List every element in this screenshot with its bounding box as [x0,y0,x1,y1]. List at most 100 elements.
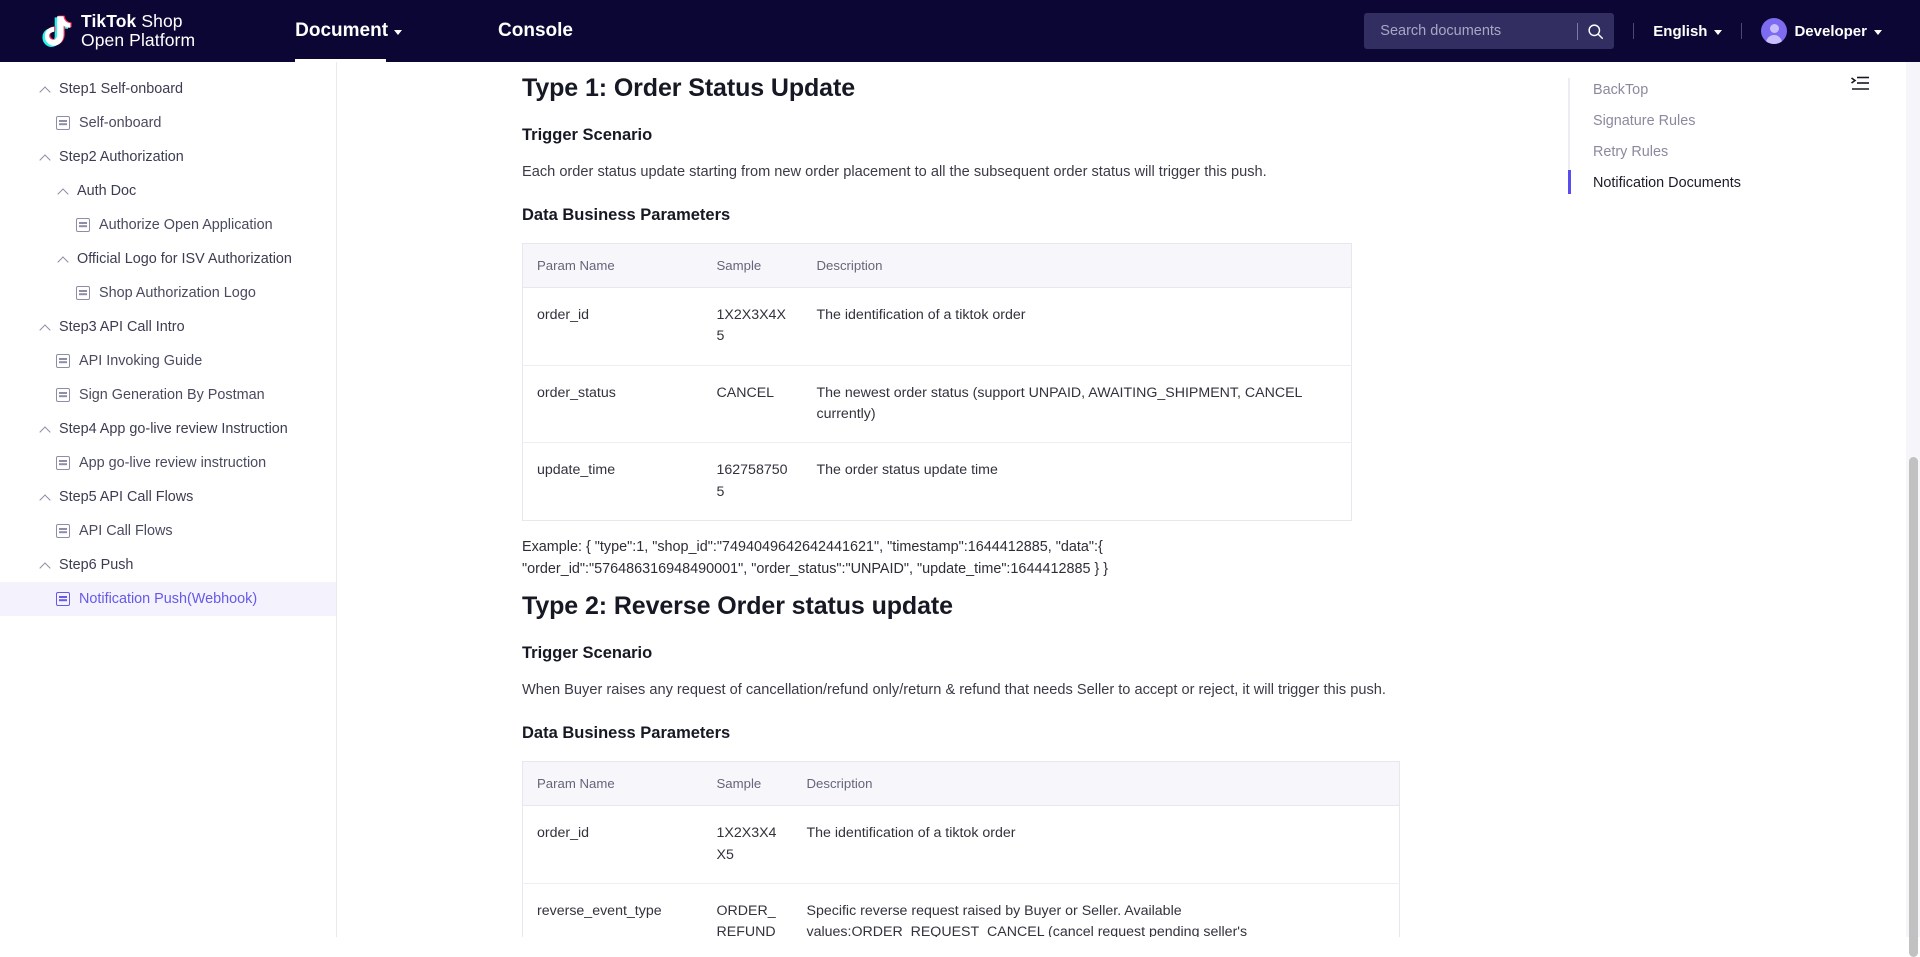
table-of-contents: BackTop Signature Rules Retry Rules Notific… [1568,62,1908,198]
brand-shop: Shop [136,11,183,32]
toc-item-label: Signature Rules [1593,112,1696,129]
toc-item-notification-documents[interactable]: Notification Documents [1568,167,1908,198]
sidebar-item-authorize-open-application[interactable]: Authorize Open Application [0,208,336,242]
document-icon [56,354,70,368]
primary-nav: Document Console [295,0,573,62]
sidebar-item-label: API Call Flows [79,523,173,539]
table-col-header: Description [792,761,1400,807]
sidebar-item-notification-push-webhook[interactable]: Notification Push(Webhook) [0,582,336,616]
param-name-cell: update_time [537,462,616,479]
sidebar-item-app-go-live-review-instruction[interactable]: App go-live review instruction [0,446,336,480]
page-scrollbar-thumb[interactable] [1909,457,1918,957]
page-scrollbar-track[interactable] [1906,62,1920,957]
document-icon [56,456,70,470]
sidebar-item-label: Step3 API Call Intro [59,319,185,335]
sample-cell: ORDER_REFUND [702,883,793,937]
chevron-up-icon [40,84,51,95]
chevron-up-icon [40,322,51,333]
tiktok-note-icon [40,14,72,48]
brand-tiktok: TikTok [81,11,137,32]
search-divider [1577,22,1579,40]
chevron-up-icon [40,492,51,503]
header-divider-1 [1633,23,1635,39]
sidebar-item-step2-authorization[interactable]: Step2 Authorization [0,140,336,174]
sidebar-item-label: Official Logo for ISV Authorization [77,251,292,267]
chevron-up-icon [58,254,69,265]
sidebar-item-sign-generation-by-postman[interactable]: Sign Generation By Postman [0,378,336,412]
search-box[interactable] [1364,13,1615,49]
param-name-cell: reverse_event_type [522,883,703,937]
header-actions: English Developer [1364,13,1882,49]
table-row: reverse_event_type ORDER_REFUND Specific r… [522,883,1400,937]
sample-cell: CANCEL [702,365,803,444]
param-name-cell: order_id [522,805,703,884]
chevron-up-icon [40,424,51,435]
table-col-header: Param Name [522,761,703,807]
trigger-scenario-heading: Trigger Scenario [522,644,653,663]
param-name-cell: order_status [522,365,703,444]
sidebar-item-label: Auth Doc [77,183,137,199]
brand-wordmark: TikTok Shop Open Platform [81,12,195,50]
toc-item-label: BackTop [1593,81,1649,98]
trigger-scenario-text: When Buyer raises any request of cancell… [522,682,1386,699]
sidebar-item-shop-authorization-logo[interactable]: Shop Authorization Logo [0,276,336,310]
toc-item-retry-rules[interactable]: Retry Rules [1583,136,1908,167]
document-body: Type 1: Order Status Update Trigger Scena… [337,62,1767,937]
user-label: Developer [1794,22,1867,40]
table-col-header: Param Name [522,243,703,289]
search-input[interactable] [1378,22,1578,40]
sidebar-item-auth-doc[interactable]: Auth Doc [0,174,336,208]
example-text: Example: { "type":1, "shop_id":"74940496… [522,538,1109,577]
nav-document-label: Document [295,20,389,41]
top-header: TikTok Shop Open Platform Document Conso… [0,0,1920,62]
sidebar-item-label: Sign Generation By Postman [79,387,265,403]
section-heading: Type 2: Reverse Order status update [522,592,953,621]
chevron-up-icon [58,186,69,197]
sidebar-item-label: Notification Push(Webhook) [79,591,258,607]
brand-logo[interactable]: TikTok Shop Open Platform [40,12,195,50]
sidebar-item-self-onboard[interactable]: Self-onboard [0,106,336,140]
params-table: Param Name Sample Description order_id 1X2X3… [522,761,1400,937]
sidebar-item-step6-push[interactable]: Step6 Push [0,548,336,582]
sidebar-item-label: Step4 App go-live review Instruction [59,421,288,437]
language-selector[interactable]: English [1653,22,1723,40]
sidebar-item-step1-self-onboard[interactable]: Step1 Self-onboard [0,72,336,106]
sidebar-item-step4-app-go-live-review-instruction[interactable]: Step4 App go-live review Instruction [0,412,336,446]
toc-item-label: Retry Rules [1593,143,1669,160]
list-toggle-icon[interactable] [1850,74,1870,94]
sidebar-item-label: Authorize Open Application [99,217,273,233]
sidebar-item-label: Self-onboard [79,115,162,131]
table-row: order_id 1X2X3X4X5 The identification of a… [522,805,1400,884]
chevron-up-icon [40,152,51,163]
sidebar-item-api-call-flows[interactable]: API Call Flows [0,514,336,548]
chevron-down-icon [1874,29,1882,35]
sidebar-item-label: Step1 Self-onboard [59,81,184,97]
document-icon [56,524,70,538]
chevron-down-icon [1714,29,1723,35]
sample-cell: 1627587505 [716,462,788,500]
sidebar-item-step3-api-call-intro[interactable]: Step3 API Call Intro [0,310,336,344]
search-icon[interactable] [1587,23,1604,40]
param-name-cell: order_id [522,287,703,366]
user-menu[interactable]: Developer [1761,18,1882,44]
sidebar-item-label: App go-live review instruction [79,455,267,471]
sidebar-item-official-logo-for-isv-authorization[interactable]: Official Logo for ISV Authorization [0,242,336,276]
sidebar-item-label: Shop Authorization Logo [99,285,256,301]
header-divider-2 [1741,23,1743,39]
language-label: English [1653,22,1708,40]
left-sidebar: Step1 Self-onboard Self-onboard Step2 Auth… [0,62,337,937]
nav-document[interactable]: Document [295,0,403,62]
toc-item-label: Notification Documents [1593,174,1741,191]
document-icon [76,218,90,232]
table-col-header: Description [802,243,1352,289]
document-icon [56,592,70,606]
nav-console[interactable]: Console [498,0,573,62]
table-col-header: Sample [702,243,803,289]
toc-item-signature-rules[interactable]: Signature Rules [1583,105,1908,136]
sidebar-item-label: Step5 API Call Flows [59,489,194,505]
sidebar-item-api-invoking-guide[interactable]: API Invoking Guide [0,344,336,378]
params-table: Param Name Sample Description order_id 1X2X3… [522,243,1352,521]
sidebar-item-step5-api-call-flows[interactable]: Step5 API Call Flows [0,480,336,514]
description-cell: The order status update time [816,462,998,479]
description-cell: The newest order status (support UNPAID,… [802,365,1352,444]
